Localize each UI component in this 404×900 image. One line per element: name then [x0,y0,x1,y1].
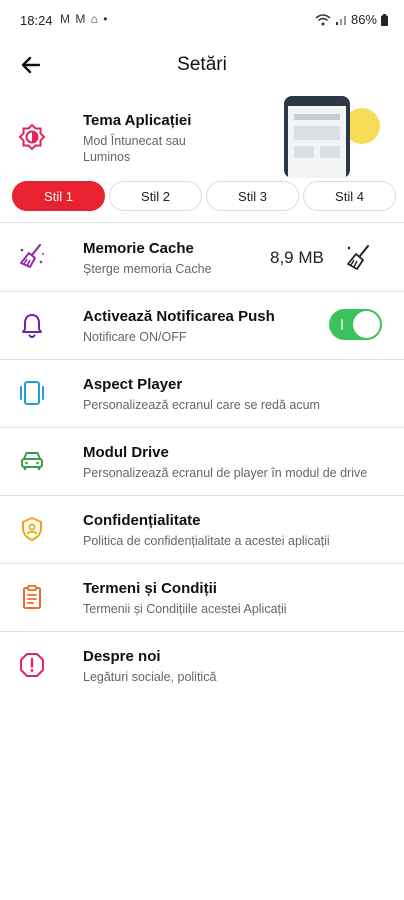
privacy-subtitle: Politica de confidențialitate a acestei … [83,534,330,548]
status-time: 18:24 [20,13,53,28]
theme-brightness-icon [18,123,46,151]
divider [0,495,404,496]
push-toggle[interactable] [329,309,382,340]
push-subtitle: Notificare ON/OFF [83,330,187,344]
player-title: Aspect Player [83,376,183,393]
info-alert-icon [20,653,44,677]
divider [0,427,404,428]
phone-layout-icon [20,381,44,405]
divider [0,222,404,223]
theme-subtitle: Mod Întunecat sau Luminos [83,134,186,164]
terms-title: Termeni și Condiții [83,580,217,597]
shield-user-icon [22,517,42,541]
battery-percent: 86% [350,12,377,27]
style-selector: Stil 1 Stil 2 Stil 3 Stil 4 [12,181,396,211]
style-option-4[interactable]: Stil 4 [303,181,396,211]
battery-icon [381,13,388,26]
about-title: Despre noi [83,648,161,665]
divider [0,631,404,632]
clean-cache-icon[interactable] [344,242,374,272]
player-subtitle: Personalizează ecranul care se redă acum [83,398,320,412]
divider [0,359,404,360]
wifi-icon [315,13,331,25]
broom-icon [20,243,44,268]
drive-subtitle: Personalizează ecranul de player în modu… [83,466,368,480]
notification-icons: M M ⌂ • [60,12,109,26]
status-bar: 18:24 M M ⌂ • 86% [0,0,404,40]
car-icon [21,452,43,470]
cache-size: 8,9 MB [270,248,324,267]
page-title: Setări [177,54,227,75]
cache-subtitle: Șterge memoria Cache [83,262,212,276]
style-option-1[interactable]: Stil 1 [12,181,105,211]
push-title: Activează Notificarea Push [83,308,275,325]
style-option-3[interactable]: Stil 3 [206,181,299,211]
divider [0,563,404,564]
app-bar: Setări [0,40,404,90]
signal-icon [335,15,346,25]
phone-theme-illustration [284,96,380,178]
toggle-on-mark [341,319,343,330]
clipboard-icon [23,585,41,609]
toggle-knob [353,311,380,338]
about-subtitle: Legături sociale, politică [83,670,217,684]
privacy-title: Confidențialitate [83,512,201,529]
style-option-2[interactable]: Stil 2 [109,181,202,211]
cache-title: Memorie Cache [83,240,194,257]
drive-title: Modul Drive [83,444,169,461]
divider [0,291,404,292]
terms-subtitle: Termenii și Condițiile acestei Aplicații [83,602,287,616]
theme-title: Tema Aplicației [83,112,192,129]
status-right: 86% [315,12,388,27]
bell-icon [22,314,42,338]
